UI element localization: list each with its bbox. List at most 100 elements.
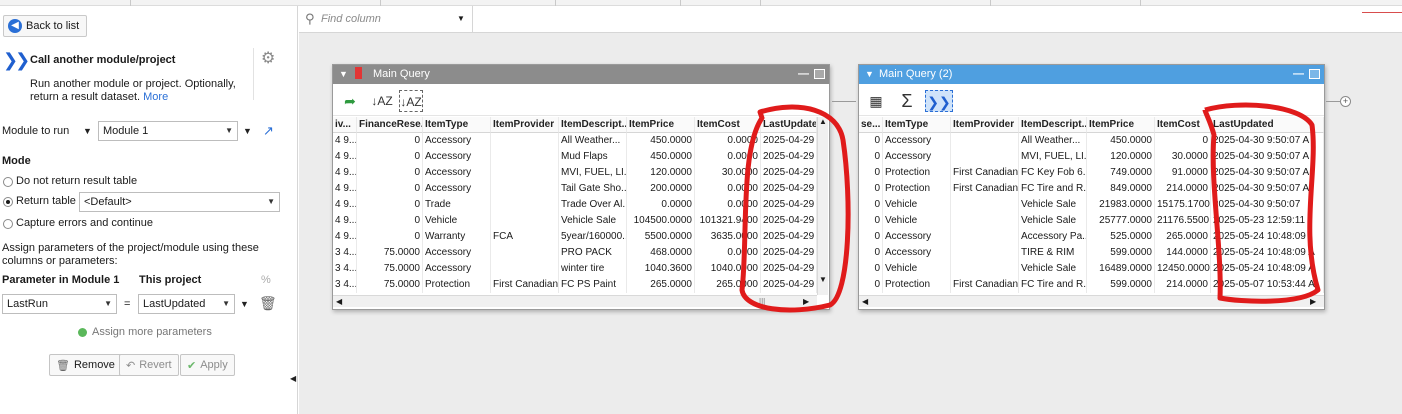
module-select[interactable]: Module 1 ▼ xyxy=(98,121,238,141)
main-query-2-titlebar[interactable]: ▼ Main Query (2) — xyxy=(859,65,1324,84)
revert-button[interactable]: ↶ Revert xyxy=(119,354,179,376)
table-cell: 2025-04-29 xyxy=(761,197,817,213)
main-query-column-header[interactable]: LastUpdated xyxy=(761,117,817,133)
table-cell: 2025-04-29 xyxy=(761,229,817,245)
sort-descending-icon[interactable]: ↓AZ xyxy=(399,90,423,112)
add-step-icon[interactable]: + xyxy=(1340,96,1351,107)
table-cell: 0 xyxy=(859,277,883,293)
main-query-2-column-header[interactable]: ItemCost xyxy=(1155,117,1211,133)
table-cell: 0 xyxy=(859,261,883,277)
table-cell: 2025-04-29 xyxy=(761,245,817,261)
main-query-column-header[interactable]: ItemCost xyxy=(695,117,761,133)
vertical-scrollbar[interactable]: ▲ ▼ xyxy=(817,117,828,295)
radio-capture-errors[interactable] xyxy=(3,219,13,229)
table-cell: First Canadian xyxy=(491,277,559,293)
radio-do-not-return[interactable] xyxy=(3,177,13,187)
horizontal-scrollbar[interactable]: ◀ ▶ xyxy=(859,295,1324,307)
sort-ascending-icon[interactable]: ↓AZ xyxy=(371,90,393,112)
horizontal-scrollbar[interactable]: ◀ ||| ▶ xyxy=(333,295,817,307)
main-query-column-header[interactable]: iv... xyxy=(333,117,357,133)
table-cell: 749.0000 xyxy=(1087,165,1155,181)
open-module-icon[interactable]: ↗ xyxy=(263,123,274,139)
step-settings-panel: ◀ Back to list ❯❯ Call another module/pr… xyxy=(0,6,298,414)
main-query-column-header[interactable]: ItemProvider xyxy=(491,117,559,133)
sum-icon[interactable]: Σ xyxy=(897,90,917,112)
radio-return-table[interactable] xyxy=(3,197,13,207)
table-cell: 2025-04-29 xyxy=(761,181,817,197)
add-data-icon[interactable]: ➦ xyxy=(339,90,361,112)
find-column-box[interactable]: ⚲ Find column ▼ xyxy=(299,6,473,32)
collapse-panel-icon[interactable]: ◀ xyxy=(290,374,296,383)
maximize-icon[interactable] xyxy=(814,69,825,79)
call-module-icon[interactable]: ❯❯ xyxy=(925,90,953,112)
table-cell: 16489.0000 xyxy=(1087,261,1155,277)
main-query-column-header[interactable]: ItemPrice xyxy=(627,117,695,133)
table-cell: 0 xyxy=(1155,133,1211,149)
table-cell: MVI, FUEL, LI... xyxy=(1019,149,1087,165)
main-query-panel[interactable]: ▼ Main Query — ➦ ↓AZ ↓AZ iv... FinanceRes… xyxy=(332,64,830,310)
main-query-2-column-header[interactable]: ItemDescript... xyxy=(1019,117,1087,133)
table-cell: 0.0000 xyxy=(695,245,761,261)
project-column-select[interactable]: LastUpdated ▼ xyxy=(138,294,235,314)
table-cell: 2025-05-23 12:59:11 xyxy=(1211,213,1324,229)
table-cell: 12450.0000 xyxy=(1155,261,1211,277)
main-query-column-header[interactable]: ItemType xyxy=(423,117,491,133)
maximize-icon[interactable] xyxy=(1309,69,1320,79)
table-cell: 3 4... xyxy=(333,261,357,277)
apply-button[interactable]: ✔ Apply xyxy=(180,354,235,376)
main-query-2-column-header[interactable]: se... xyxy=(859,117,883,133)
table-cell: 0 xyxy=(859,245,883,261)
assign-more-parameters-button[interactable]: Assign more parameters xyxy=(78,326,212,338)
assign-parameters-text: Assign parameters of the project/module … xyxy=(2,242,259,267)
table-cell xyxy=(951,213,1019,229)
step-title: Call another module/project xyxy=(30,54,176,66)
main-query-2-grid[interactable]: se... ItemType ItemProvider ItemDescript...… xyxy=(859,117,1324,293)
table-cell: Vehicle xyxy=(883,261,951,277)
table-cell: MVI, FUEL, LI... xyxy=(559,165,627,181)
collapse-toggle-icon[interactable]: ▼ xyxy=(865,65,874,84)
main-query-2-column-header[interactable]: ItemProvider xyxy=(951,117,1019,133)
collapse-toggle-icon[interactable]: ▼ xyxy=(339,65,348,84)
table-cell xyxy=(491,181,559,197)
table-cell: 30.0000 xyxy=(695,165,761,181)
main-query-column-header[interactable]: FinanceRese... xyxy=(357,117,423,133)
more-link[interactable]: More xyxy=(143,91,168,103)
trash-icon[interactable]: 🗑 xyxy=(259,295,277,312)
minimize-icon[interactable]: — xyxy=(1293,65,1304,84)
percent-icon[interactable]: % xyxy=(261,274,271,286)
module-options-dropdown-icon[interactable]: ▼ xyxy=(243,126,252,136)
main-query-2-column-header[interactable]: ItemPrice xyxy=(1087,117,1155,133)
main-query-2-column-header[interactable]: ItemType xyxy=(883,117,951,133)
project-column-header: This project xyxy=(139,274,202,286)
parameter-select[interactable]: LastRun ▼ xyxy=(2,294,117,314)
table-view-icon[interactable]: ▦ xyxy=(865,90,887,112)
table-cell: 4 9... xyxy=(333,133,357,149)
table-cell: 3635.0000 xyxy=(695,229,761,245)
table-cell: Accessory xyxy=(883,133,951,149)
back-to-list-button[interactable]: ◀ Back to list xyxy=(3,15,88,37)
module-type-dropdown-icon[interactable]: ▼ xyxy=(83,126,92,136)
minimize-icon[interactable]: — xyxy=(798,65,809,84)
main-query-grid[interactable]: iv... FinanceRese... ItemType ItemProvider I… xyxy=(333,117,829,293)
gear-icon[interactable]: ⚙ xyxy=(261,51,277,67)
return-table-select[interactable]: <Default> ▼ xyxy=(79,192,280,212)
main-query-2-column-header[interactable]: LastUpdated xyxy=(1211,117,1324,133)
table-cell: 0.0000 xyxy=(695,133,761,149)
table-cell: 0 xyxy=(357,165,423,181)
table-cell: 21983.0000 xyxy=(1087,197,1155,213)
table-cell: 0 xyxy=(357,213,423,229)
main-query-column-header[interactable]: ItemDescript... xyxy=(559,117,627,133)
table-cell: 5500.0000 xyxy=(627,229,695,245)
main-query-titlebar[interactable]: ▼ Main Query — xyxy=(333,65,829,84)
table-cell: 200.0000 xyxy=(627,181,695,197)
table-cell: Vehicle xyxy=(423,213,491,229)
table-cell: 2025-05-24 10:48:09 A xyxy=(1211,245,1324,261)
table-cell: 2025-04-30 9:50:07 A xyxy=(1211,149,1324,165)
main-query-2-panel[interactable]: ▼ Main Query (2) — ▦ Σ ❯❯ se... ItemType I… xyxy=(858,64,1325,310)
remove-button[interactable]: 🗑 Remove xyxy=(49,354,122,376)
table-cell: 0 xyxy=(357,133,423,149)
table-cell: All Weather... xyxy=(559,133,627,149)
project-options-dropdown-icon[interactable]: ▼ xyxy=(240,299,249,309)
table-cell: Accessory xyxy=(883,149,951,165)
table-cell: 4 9... xyxy=(333,165,357,181)
